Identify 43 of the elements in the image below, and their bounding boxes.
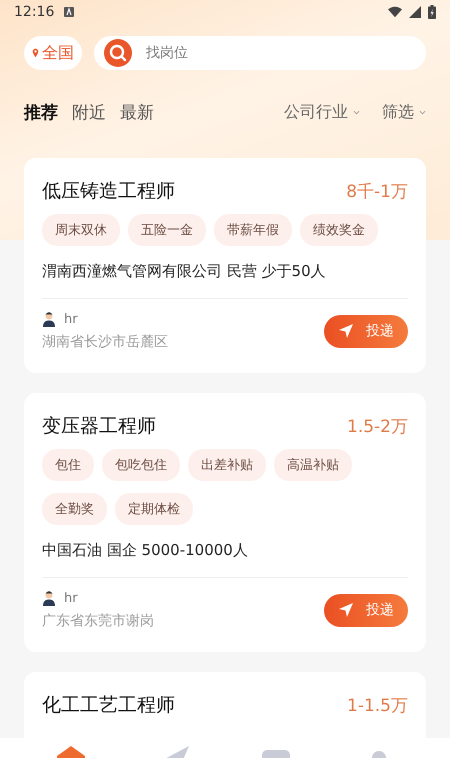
job-address: 湖南省长沙市岳麓区	[42, 333, 168, 351]
job-card[interactable]: 化工工艺工程师 1-1.5万	[24, 672, 426, 738]
benefit-tag: 高温补贴	[274, 449, 352, 481]
search-field[interactable]: 找岗位	[144, 44, 348, 62]
salary: 8千-1万	[346, 180, 408, 202]
job-address: 广东省东莞市谢岗	[42, 612, 154, 630]
benefit-tag: 定期体检	[115, 493, 193, 525]
status-time: 12:16	[14, 4, 54, 20]
avatar-icon	[42, 311, 56, 327]
chevron-down-icon	[419, 110, 426, 114]
job-title: 低压铸造工程师	[42, 179, 175, 204]
salary: 1.5-2万	[347, 416, 408, 438]
job-title: 变压器工程师	[42, 414, 156, 439]
benefit-tag: 全勤奖	[42, 493, 107, 525]
job-title: 化工工艺工程师	[42, 693, 175, 718]
job-card[interactable]: 低压铸造工程师 8千-1万 周末双休 五险一金 带薪年假 绩效奖金 渭南西潼燃气管网有限公司 民营 少于50人 hr 湖南省长沙市岳麓区 投递	[24, 158, 426, 373]
chevron-down-icon	[353, 110, 360, 114]
benefit-tag: 出差补贴	[188, 449, 266, 481]
location-pin-icon	[32, 48, 39, 58]
filter-dropdown[interactable]: 筛选	[382, 102, 426, 122]
tab[interactable]: 附近	[72, 100, 106, 124]
recruiter-name: hr	[64, 312, 78, 326]
battery-icon	[428, 5, 436, 19]
benefit-tag: 包吃包住	[102, 449, 180, 481]
benefit-tag: 绩效奖金	[300, 214, 378, 246]
wifi-icon	[388, 6, 402, 18]
search-bar[interactable]: 找岗位	[94, 36, 426, 70]
notification-icon	[64, 7, 74, 17]
filter-dropdown[interactable]: 公司行业	[284, 102, 360, 122]
search-icon	[104, 39, 132, 67]
avatar-icon	[42, 590, 56, 606]
company-info: 渭南西潼燃气管网有限公司 民营 少于50人	[42, 262, 408, 299]
signal-icon	[408, 6, 422, 18]
benefit-tag: 带薪年假	[214, 214, 292, 246]
tab[interactable]: 最新	[120, 100, 154, 124]
benefit-tag: 五险一金	[128, 214, 206, 246]
benefit-tag: 包住	[42, 449, 94, 481]
job-card[interactable]: 变压器工程师 1.5-2万 包住 包吃包住 出差补贴 高温补贴 全勤奖 定期体检 中国石油 国企 5000-10000人 hr 广东省东莞市谢岗 投递	[24, 393, 426, 652]
benefit-tag: 周末双休	[42, 214, 120, 246]
recruiter-name: hr	[64, 590, 78, 606]
tab[interactable]: 推荐	[24, 100, 58, 124]
company-info: 中国石油 国企 5000-10000人	[42, 541, 408, 578]
salary: 1-1.5万	[347, 694, 408, 716]
